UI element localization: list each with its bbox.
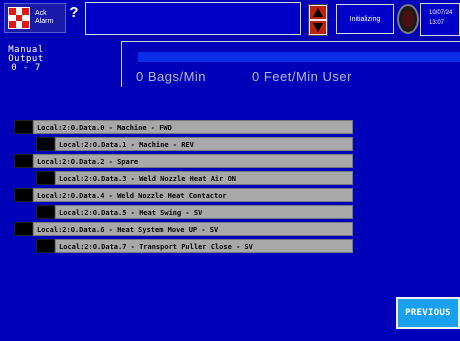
- output-toggle-5[interactable]: [36, 205, 55, 219]
- output-label-2: Local:2:O.Data.2 - Spare: [33, 154, 353, 168]
- header-divider: [0, 37, 460, 38]
- rate-panel: 0 Bags/Min 0 Feet/Min User: [121, 41, 460, 87]
- output-toggle-6[interactable]: [14, 222, 33, 236]
- ack-label-line1: Ack: [35, 10, 47, 17]
- alarm-banner: [85, 2, 301, 35]
- status-display: Initializing: [336, 4, 394, 34]
- output-label-1: Local:2:O.Data.1 - Machine - REV: [55, 137, 353, 151]
- output-label-5: Local:2:O.Data.5 - Heat Swing - SV: [55, 205, 353, 219]
- manual-output-title: Manual Output 0 - 7: [4, 46, 48, 73]
- output-toggle-2[interactable]: [14, 154, 33, 168]
- up-down-arrows-icon[interactable]: [308, 4, 328, 36]
- manual-title-line3: 0 - 7: [11, 63, 41, 73]
- output-row-7: Local:2:O.Data.7 - Transport Puller Clos…: [36, 239, 353, 253]
- bags-per-min-readout: 0 Bags/Min: [136, 69, 207, 84]
- output-label-0: Local:2:O.Data.0 - Machine - FWD: [33, 120, 353, 134]
- output-label-6: Local:2:O.Data.6 - Heat System Move UP -…: [33, 222, 353, 236]
- scroll-up-button[interactable]: [310, 6, 326, 19]
- date-text: 10/07/24: [429, 10, 453, 16]
- output-label-3: Local:2:O.Data.3 - Weld Nozzle Heat Air …: [55, 171, 353, 185]
- ack-label-line2: Alarm: [35, 18, 54, 25]
- status-knob-icon: [397, 4, 419, 34]
- output-row-1: Local:2:O.Data.1 - Machine - REV: [36, 137, 353, 151]
- output-toggle-1[interactable]: [36, 137, 55, 151]
- feet-per-min-readout: 0 Feet/Min User: [252, 69, 352, 84]
- output-label-7: Local:2:O.Data.7 - Transport Puller Clos…: [55, 239, 353, 253]
- output-row-0: Local:2:O.Data.0 - Machine - FWD: [14, 120, 353, 134]
- output-label-4: Local:2:O.Data.4 - Weld Nozzle Heat Cont…: [33, 188, 353, 202]
- date-time-display: 10/07/24 13:07: [420, 3, 460, 36]
- previous-button[interactable]: PREVIOUS: [396, 297, 460, 329]
- rate-strip: [138, 52, 460, 62]
- output-row-2: Local:2:O.Data.2 - Spare: [14, 154, 353, 168]
- output-toggle-4[interactable]: [14, 188, 33, 202]
- time-text: 13:07: [429, 20, 445, 26]
- output-row-6: Local:2:O.Data.6 - Heat System Move UP -…: [14, 222, 353, 236]
- ack-alarm-label: Ack Alarm: [35, 10, 53, 26]
- output-toggle-7[interactable]: [36, 239, 55, 253]
- output-row-3: Local:2:O.Data.3 - Weld Nozzle Heat Air …: [36, 171, 353, 185]
- help-button[interactable]: ?: [66, 4, 82, 21]
- output-row-4: Local:2:O.Data.4 - Weld Nozzle Heat Cont…: [14, 188, 353, 202]
- output-toggle-0[interactable]: [14, 120, 33, 134]
- output-toggle-3[interactable]: [36, 171, 55, 185]
- checkered-flag-icon: [8, 7, 30, 29]
- scroll-down-button[interactable]: [310, 21, 326, 34]
- output-row-5: Local:2:O.Data.5 - Heat Swing - SV: [36, 205, 353, 219]
- header-bar: Ack Alarm ? Initializing 10/07/24 13:07: [0, 0, 460, 38]
- ack-alarm-button[interactable]: Ack Alarm: [4, 3, 66, 33]
